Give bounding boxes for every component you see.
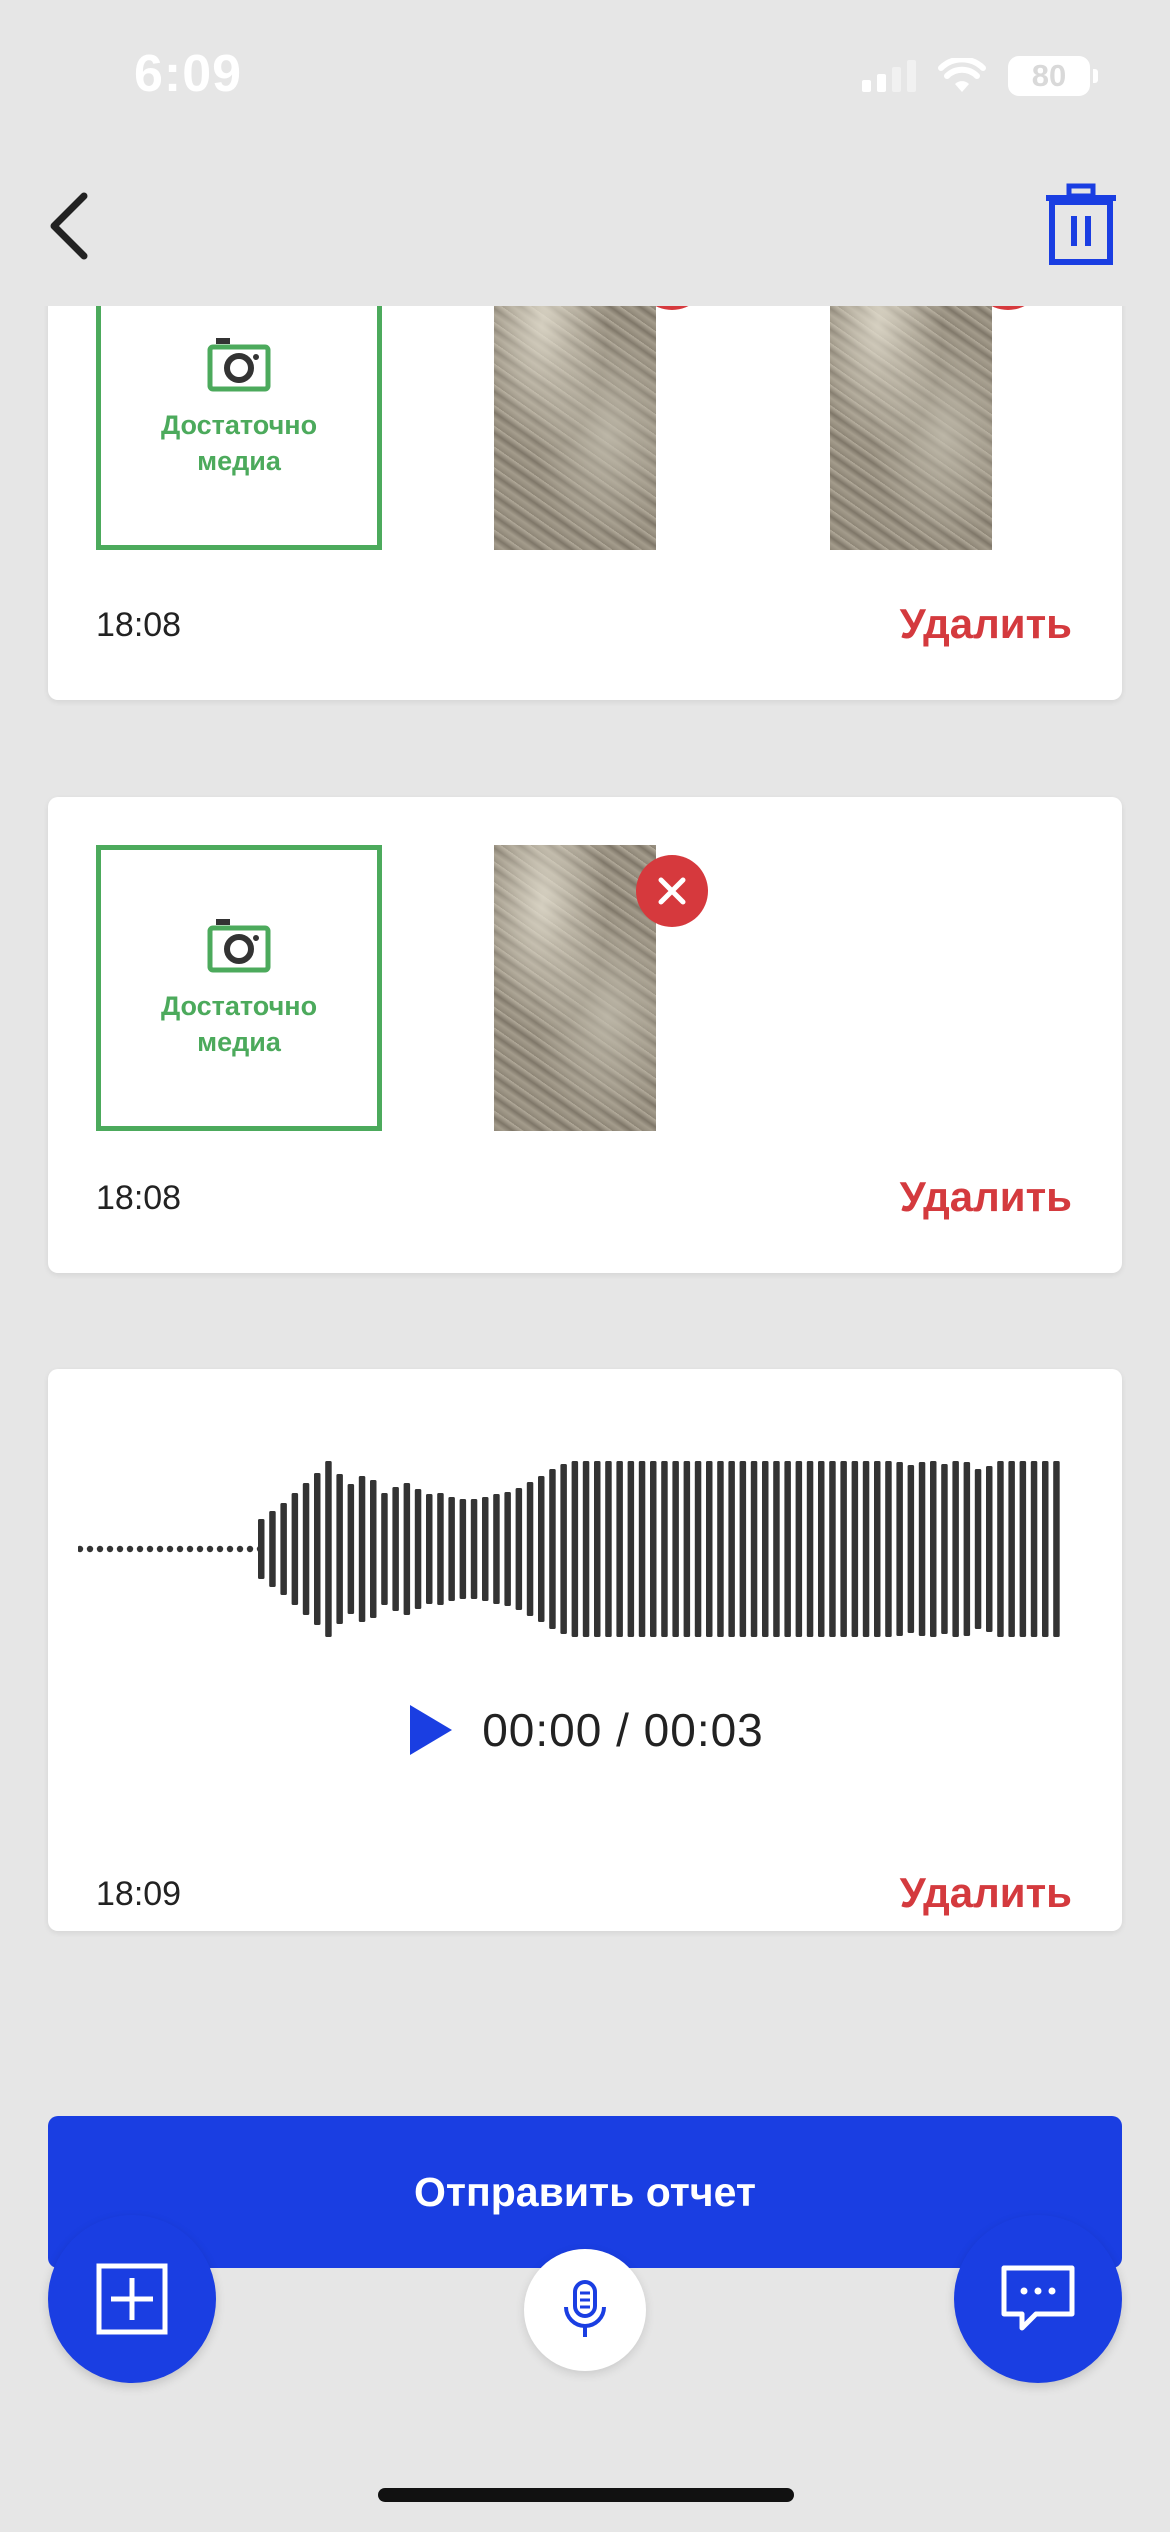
audio-player: 00:00 / 00:03 [48, 1703, 1122, 1757]
record-voice-button[interactable] [524, 2249, 646, 2371]
nav-bar [0, 150, 1170, 300]
open-chat-button[interactable] [954, 2215, 1122, 2383]
card-timestamp: 18:08 [96, 1179, 182, 1217]
send-report-button[interactable]: Отправить отчет [48, 2116, 1122, 2268]
status-time: 6:09 [134, 45, 243, 103]
signal-icon [862, 60, 916, 92]
camera-icon [207, 919, 271, 973]
media-status-tile[interactable]: Достаточно медиа [96, 306, 382, 550]
media-card: Достаточно медиа 18:08 Удалить [48, 797, 1122, 1273]
media-status-tile[interactable]: Достаточно медиа [96, 845, 382, 1131]
home-indicator [378, 2488, 794, 2502]
chevron-left-icon [50, 192, 88, 260]
remove-photo-button[interactable] [636, 855, 708, 927]
battery-indicator: 80 [1008, 56, 1098, 96]
trash-button[interactable] [1036, 180, 1126, 270]
status-bar: 6:09 80 [0, 0, 1170, 150]
media-status-label: Достаточно медиа [160, 410, 318, 476]
camera-icon [207, 338, 271, 392]
plus-square-icon [96, 2263, 168, 2335]
audio-playback-time: 00:00 / 00:03 [482, 1704, 764, 1756]
trash-icon [1046, 183, 1116, 265]
audio-card: 00:00 / 00:03 18:09 Удалить [48, 1369, 1122, 1931]
card-timestamp: 18:08 [96, 606, 182, 644]
photo-thumbnail[interactable] [494, 306, 656, 550]
card-timestamp: 18:09 [96, 1875, 182, 1913]
chat-icon [1001, 2265, 1075, 2331]
delete-item-button[interactable]: Удалить [900, 1869, 1072, 1917]
photo-thumbnail[interactable] [494, 845, 656, 1131]
close-icon [658, 877, 686, 905]
audio-waveform[interactable] [78, 1459, 1078, 1639]
delete-item-button[interactable]: Удалить [900, 600, 1072, 648]
delete-item-button[interactable]: Удалить [900, 1173, 1072, 1221]
wifi-icon [938, 58, 986, 92]
media-card: Достаточно медиа 18:08 Удалить [48, 306, 1122, 700]
photo-thumbnail[interactable] [830, 306, 992, 550]
media-status-label: Достаточно медиа [160, 991, 318, 1057]
report-items-list[interactable]: Достаточно медиа 18:08 Удалить Достаточн [0, 306, 1170, 2006]
add-item-button[interactable] [48, 2215, 216, 2383]
microphone-icon [564, 2280, 606, 2337]
back-button[interactable] [40, 186, 110, 266]
status-icons: 80 [862, 56, 1098, 96]
play-icon[interactable] [406, 1703, 454, 1757]
